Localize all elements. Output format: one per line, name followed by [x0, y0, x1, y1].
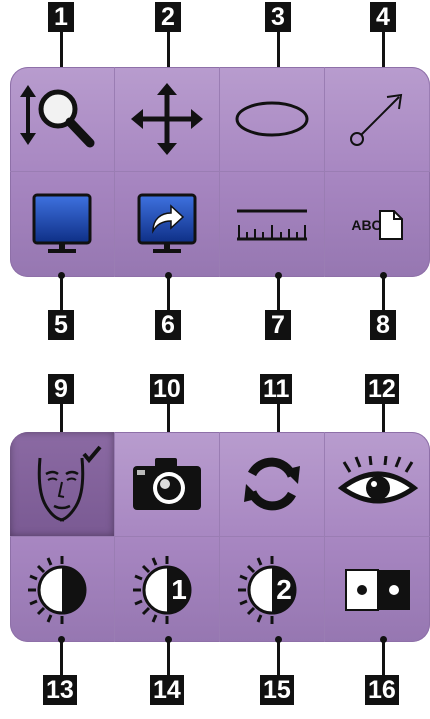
- callout-10: 10: [150, 374, 184, 404]
- camera-button[interactable]: [115, 432, 220, 537]
- pan-tool-button[interactable]: [115, 67, 220, 172]
- zoom-magnifier-icon: [16, 79, 108, 159]
- text-annotation-button[interactable]: ABC: [325, 172, 430, 277]
- refresh-icon: [240, 452, 304, 516]
- eye-icon: [337, 456, 418, 512]
- monitor-send-icon: [135, 193, 199, 257]
- callout-14: 14: [150, 675, 184, 705]
- dual-dot-button[interactable]: [325, 537, 430, 642]
- tool-panel-bottom: 1 2: [10, 432, 430, 642]
- brightness-preset-2-label: 2: [276, 573, 292, 605]
- brightness-preset-1-icon: 1: [131, 554, 203, 626]
- callout-9: 9: [48, 374, 74, 404]
- refresh-button[interactable]: [220, 432, 325, 537]
- callout-7: 7: [265, 310, 291, 340]
- tool-panel-top: ABC: [10, 67, 430, 277]
- callout-13: 13: [43, 675, 77, 705]
- leader-line-8: [382, 276, 385, 312]
- leader-line-14: [167, 640, 170, 676]
- brightness-contrast-button[interactable]: [10, 537, 115, 642]
- monitor-icon: [30, 193, 94, 257]
- callout-1: 1: [48, 2, 74, 32]
- callout-16: 16: [365, 675, 399, 705]
- face-check-icon: [22, 444, 102, 524]
- callout-3: 3: [265, 2, 291, 32]
- callout-8: 8: [370, 310, 396, 340]
- leader-line-16: [382, 640, 385, 676]
- brightness-preset-2-button[interactable]: 2: [220, 537, 325, 642]
- monitor-tool-button[interactable]: [10, 172, 115, 277]
- brightness-contrast-icon: [26, 554, 98, 626]
- leader-line-15: [277, 640, 280, 676]
- leader-line-13: [60, 640, 63, 676]
- send-to-monitor-button[interactable]: [115, 172, 220, 277]
- zoom-tool-button[interactable]: [10, 67, 115, 172]
- camera-icon: [131, 456, 203, 512]
- view-toggle-button[interactable]: [325, 432, 430, 537]
- callout-5: 5: [48, 310, 74, 340]
- brightness-preset-1-button[interactable]: 1: [115, 537, 220, 642]
- arrow-tool-button[interactable]: [325, 67, 430, 172]
- brightness-preset-1-label: 1: [171, 573, 187, 605]
- callout-15: 15: [260, 675, 294, 705]
- callout-12: 12: [365, 374, 399, 404]
- ellipse-roi-icon: [233, 99, 311, 139]
- ruler-icon: [235, 205, 309, 245]
- callout-4: 4: [370, 2, 396, 32]
- patient-face-check-button[interactable]: [10, 432, 115, 537]
- text-annotation-icon: ABC: [351, 209, 403, 241]
- arrow-annotation-icon: [347, 89, 407, 149]
- leader-line-5: [60, 276, 63, 312]
- leader-line-6: [167, 276, 170, 312]
- callout-6: 6: [155, 310, 181, 340]
- dual-dot-icon: [344, 568, 412, 612]
- leader-line-7: [277, 276, 280, 312]
- ellipse-tool-button[interactable]: [220, 67, 325, 172]
- callout-2: 2: [155, 2, 181, 32]
- pan-move-icon: [129, 81, 205, 157]
- ruler-tool-button[interactable]: [220, 172, 325, 277]
- callout-11: 11: [260, 374, 293, 404]
- brightness-preset-2-icon: 2: [236, 554, 308, 626]
